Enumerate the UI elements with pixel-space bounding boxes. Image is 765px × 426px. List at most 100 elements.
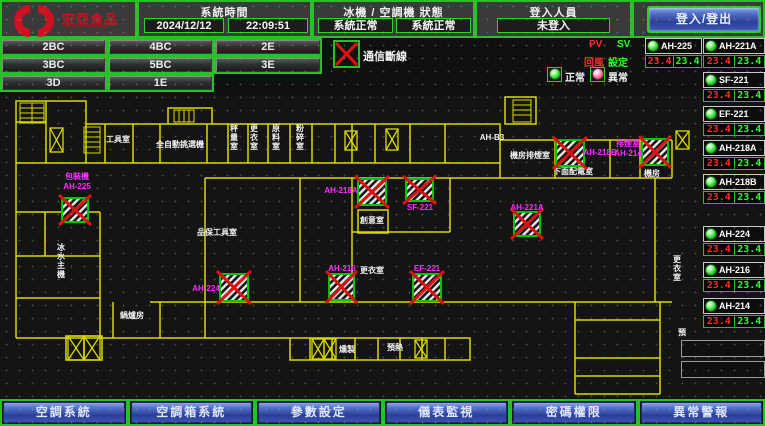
plan-label: 更衣室 bbox=[250, 123, 259, 151]
footer-frame: 儀表監視 bbox=[383, 399, 511, 426]
floor-button-5BC[interactable]: 5BC bbox=[109, 58, 212, 72]
unit-AH-218B[interactable]: AH-218B bbox=[703, 174, 765, 190]
normal-led-icon bbox=[547, 67, 562, 82]
unit-sv-value: 23.4 bbox=[735, 192, 765, 203]
unit-values-EF-221: 23.423.4 bbox=[703, 123, 765, 136]
floor-button-4BC[interactable]: 4BC bbox=[109, 40, 212, 54]
plan-label: 機房排煙室 bbox=[510, 150, 550, 160]
unit-pv-value: 23.4 bbox=[704, 90, 735, 101]
floor-button-3D[interactable]: 3D bbox=[2, 76, 105, 90]
unit-AH-225[interactable]: AH-225 bbox=[645, 38, 702, 54]
unit-name-label: AH-216 bbox=[719, 265, 750, 275]
empty-unit-slot bbox=[681, 340, 765, 357]
unit-sv-value: 23.4 bbox=[674, 56, 701, 67]
unit-values-AH-218A: 23.423.4 bbox=[703, 157, 765, 170]
ahu-comm-loss-AH-218A[interactable]: AH-218A bbox=[324, 176, 389, 208]
ahu-marker-label: AH-224 bbox=[192, 284, 220, 293]
unit-pv-value: 23.4 bbox=[646, 56, 674, 67]
plan-label: 燻製 bbox=[339, 344, 355, 354]
unit-values-SF-221: 23.423.4 bbox=[703, 89, 765, 102]
header-bar: 宏亞食品 HUNYA FOODS 系統時間 2024/12/12 22:09:5… bbox=[0, 0, 765, 38]
login-section: 登入人員 未登入 bbox=[475, 0, 632, 38]
unit-values-AH-214: 23.423.4 bbox=[703, 315, 765, 328]
unit-name-label: EF-221 bbox=[719, 109, 749, 119]
sv-desc-label: 設定 bbox=[608, 54, 628, 69]
unit-name-label: AH-214 bbox=[719, 301, 750, 311]
unit-status-led bbox=[705, 264, 717, 276]
system-date-value: 2024/12/12 bbox=[144, 18, 224, 33]
fan-x-icon bbox=[386, 129, 398, 150]
unit-AH-224[interactable]: AH-224 bbox=[703, 226, 765, 242]
ahu-comm-loss-AH-214[interactable]: 排煙室AH-214 bbox=[614, 136, 671, 168]
floor-plan: 工具室全自動挑選機秤量室更衣室原料室粉碎室AH-B3機房排煙室下面配電室機房品保… bbox=[0, 95, 765, 398]
ahu-marker-label: AH-218A bbox=[324, 186, 358, 195]
unit-values-AH-218B: 23.423.4 bbox=[703, 191, 765, 204]
unit-AH-214[interactable]: AH-214 bbox=[703, 298, 765, 314]
system-time-value: 22:09:51 bbox=[228, 18, 308, 33]
brand-name-en: HUNYA FOODS bbox=[63, 24, 107, 30]
ahu-comm-loss-AH-224[interactable]: AH-224 bbox=[192, 271, 251, 304]
floor-cell: 3E bbox=[214, 56, 322, 74]
ahu-marker-label: AH-218B bbox=[583, 148, 617, 157]
ahu-marker-label: 排煙室AH-214 bbox=[614, 138, 642, 158]
ahu-comm-loss-AH-221A[interactable]: AH-221A bbox=[510, 203, 544, 239]
ahu-comm-loss-AH-216[interactable]: AH-216 bbox=[326, 264, 357, 303]
floor-button-2BC[interactable]: 2BC bbox=[2, 40, 105, 54]
ahu-comm-loss-AH-218B[interactable]: AH-218B bbox=[553, 137, 617, 169]
unit-EF-221[interactable]: EF-221 bbox=[703, 106, 765, 122]
unit-sv-value: 23.4 bbox=[735, 90, 765, 101]
unit-status-led bbox=[705, 176, 717, 188]
comm-loss-legend-label: 通信斷線 bbox=[363, 48, 407, 64]
footer-button-儀表監視[interactable]: 儀表監視 bbox=[386, 402, 508, 423]
unit-sv-value: 23.4 bbox=[735, 56, 765, 67]
unit-status-led bbox=[647, 40, 659, 52]
sv-label: SV bbox=[617, 39, 630, 50]
unit-AH-218A[interactable]: AH-218A bbox=[703, 140, 765, 156]
floor-button-3E[interactable]: 3E bbox=[216, 58, 320, 72]
login-logout-button[interactable]: 登入/登出 bbox=[647, 6, 761, 33]
floor-button-3BC[interactable]: 3BC bbox=[2, 58, 105, 72]
ahu-comm-loss-AH-225[interactable]: 包裝機AH-225 bbox=[59, 171, 91, 225]
ahu-comm-loss-SF-221[interactable]: SF-221 bbox=[403, 176, 436, 212]
fan-x-icon bbox=[345, 131, 357, 150]
footer-button-密碼權限[interactable]: 密碼權限 bbox=[513, 402, 635, 423]
unit-name-label: AH-221A bbox=[719, 41, 757, 51]
system-time-section: 系統時間 2024/12/12 22:09:51 bbox=[137, 0, 312, 38]
plan-label: 更衣室 bbox=[360, 265, 384, 275]
hmi-screen: 宏亞食品 HUNYA FOODS 系統時間 2024/12/12 22:09:5… bbox=[0, 0, 765, 426]
ahu-marker-label: EF-221 bbox=[414, 264, 441, 273]
unit-AH-221A[interactable]: AH-221A bbox=[703, 38, 765, 54]
chiller-status-value: 系統正常 bbox=[318, 18, 393, 33]
plan-label: 預熱 bbox=[387, 342, 403, 352]
footer-button-空調系統[interactable]: 空調系統 bbox=[3, 402, 125, 423]
fan-x-icon bbox=[50, 128, 63, 152]
unit-sv-value: 23.4 bbox=[735, 316, 765, 327]
unit-sv-value: 23.4 bbox=[735, 124, 765, 135]
footer-button-異常警報[interactable]: 異常警報 bbox=[641, 402, 763, 423]
footer-button-參數設定[interactable]: 參數設定 bbox=[258, 402, 380, 423]
unit-values-AH-216: 23.423.4 bbox=[703, 279, 765, 292]
plan-label: 品保工具室 bbox=[197, 227, 237, 237]
floor-cell: 5BC bbox=[107, 56, 214, 74]
floor-cell: 1E bbox=[107, 74, 214, 92]
unit-pv-value: 23.4 bbox=[704, 316, 735, 327]
fan-x-icon bbox=[415, 340, 427, 358]
unit-name-label: AH-225 bbox=[661, 41, 692, 51]
floor-button-2E[interactable]: 2E bbox=[216, 40, 320, 54]
pv-label: PV bbox=[589, 39, 602, 50]
unit-AH-216[interactable]: AH-216 bbox=[703, 262, 765, 278]
floor-cell: 3BC bbox=[0, 56, 107, 74]
floor-cell: 2BC bbox=[0, 38, 107, 56]
footer-frame: 異常警報 bbox=[638, 399, 765, 426]
plan-label: 粉碎室 bbox=[296, 123, 304, 151]
ahu-comm-loss-EF-221[interactable]: EF-221 bbox=[410, 264, 444, 304]
unit-name-label: AH-218A bbox=[719, 143, 757, 153]
unit-SF-221[interactable]: SF-221 bbox=[703, 72, 765, 88]
unit-status-led bbox=[705, 300, 717, 312]
normal-legend-label: 正常 bbox=[565, 69, 585, 84]
fan-x-icon bbox=[676, 131, 689, 149]
footer-button-空調箱系統[interactable]: 空調箱系統 bbox=[131, 402, 253, 423]
unit-name-label: SF-221 bbox=[719, 75, 749, 85]
floor-plan-svg: 工具室全自動挑選機秤量室更衣室原料室粉碎室AH-B3機房排煙室下面配電室機房品保… bbox=[0, 95, 765, 398]
floor-button-1E[interactable]: 1E bbox=[109, 76, 212, 90]
